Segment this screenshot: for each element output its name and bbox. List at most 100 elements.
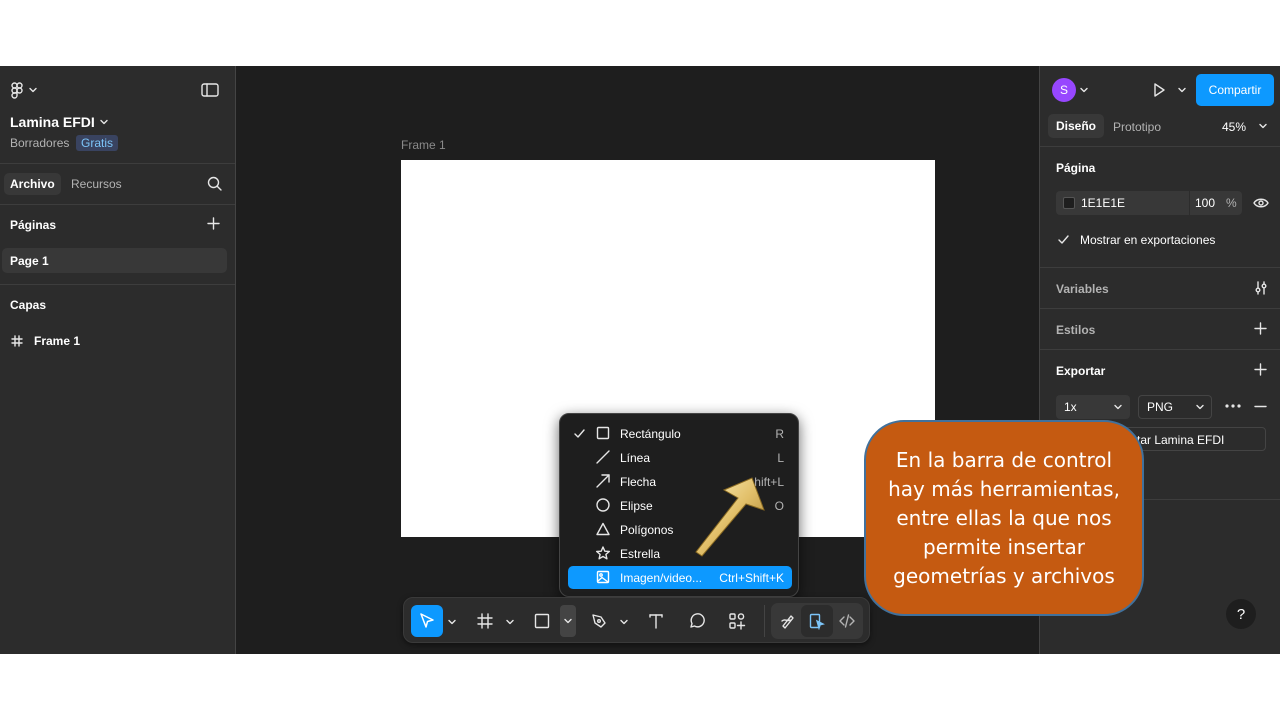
add-style-icon[interactable] xyxy=(1254,322,1267,335)
file-menu-chevron-icon[interactable] xyxy=(100,118,108,126)
page-item-selected[interactable]: Page 1 xyxy=(2,248,227,273)
page-item-label: Page 1 xyxy=(10,254,49,268)
export-format-select[interactable]: PNG xyxy=(1138,395,1212,419)
export-scale-select[interactable]: 1x xyxy=(1056,395,1130,419)
export-button-label: tar Lamina EFDI xyxy=(1137,433,1225,447)
comment-tool-button[interactable] xyxy=(681,605,713,637)
divider xyxy=(0,204,235,205)
show-in-exports-label: Mostrar en exportaciones xyxy=(1080,233,1216,247)
sidebar-toggle-icon[interactable] xyxy=(201,83,219,97)
variables-title[interactable]: Variables xyxy=(1056,282,1109,296)
variables-adjust-icon[interactable] xyxy=(1254,281,1268,295)
triangle-icon xyxy=(596,522,610,536)
chevron-down-icon xyxy=(564,618,572,624)
menu-item-shortcut: O xyxy=(774,498,784,513)
menu-item-shortcut: L xyxy=(777,450,784,465)
tab-recursos[interactable]: Recursos xyxy=(71,177,122,191)
avatar[interactable]: S xyxy=(1052,78,1076,102)
tab-design[interactable]: Diseño xyxy=(1048,114,1105,138)
search-icon[interactable] xyxy=(207,176,222,191)
present-play-icon[interactable] xyxy=(1151,82,1167,98)
shape-menu-toggle[interactable] xyxy=(560,605,576,637)
pen-tool-button[interactable] xyxy=(583,605,615,637)
divider xyxy=(1040,267,1280,268)
star-icon xyxy=(596,546,610,560)
divider xyxy=(0,284,235,285)
chevron-down-icon[interactable] xyxy=(620,618,628,626)
add-export-icon[interactable] xyxy=(1254,363,1267,376)
tab-archivo[interactable]: Archivo xyxy=(4,173,61,195)
checkmark-icon xyxy=(574,429,585,438)
resources-tool-button[interactable] xyxy=(721,605,753,637)
bottom-toolbar xyxy=(403,597,870,643)
design-mode-button[interactable] xyxy=(801,605,833,637)
chevron-down-icon xyxy=(1114,404,1122,410)
menu-item-label: Imagen/video... xyxy=(620,570,703,585)
draw-mode-button[interactable] xyxy=(772,605,804,637)
text-tool-button[interactable] xyxy=(640,605,672,637)
divider xyxy=(1189,191,1190,215)
menu-item-label: Estrella xyxy=(620,546,661,561)
toolbar-divider xyxy=(764,605,765,637)
draw-pencil-icon xyxy=(781,615,794,629)
tab-prototype[interactable]: Prototipo xyxy=(1113,120,1161,134)
opacity-value[interactable]: 100 xyxy=(1195,196,1215,210)
chevron-down-icon xyxy=(1196,404,1204,410)
layer-item-frame[interactable]: Frame 1 xyxy=(34,334,80,348)
frame-label[interactable]: Frame 1 xyxy=(401,138,446,152)
chevron-down-icon[interactable] xyxy=(1080,86,1088,94)
figma-logo-icon[interactable] xyxy=(10,82,26,100)
shape-tool-button[interactable] xyxy=(526,605,558,637)
chevron-down-icon[interactable] xyxy=(1178,86,1186,94)
plan-badge: Gratis xyxy=(76,135,119,151)
color-hex-value[interactable]: 1E1E1E xyxy=(1081,196,1125,210)
menu-item-image-video[interactable]: Imagen/video... Ctrl+Shift+K xyxy=(568,566,792,589)
export-format-value: PNG xyxy=(1147,400,1174,414)
page-section-title: Página xyxy=(1056,161,1096,175)
export-title: Exportar xyxy=(1056,364,1106,378)
frame-tool-button[interactable] xyxy=(469,605,501,637)
file-name[interactable]: Lamina EFDI xyxy=(10,114,95,130)
percent-sign: % xyxy=(1226,196,1237,210)
help-button[interactable]: ? xyxy=(1226,599,1256,629)
share-button[interactable]: Compartir xyxy=(1196,74,1274,106)
golden-pointer-arrow-icon xyxy=(695,477,765,557)
divider xyxy=(1040,349,1280,350)
styles-title[interactable]: Estilos xyxy=(1056,323,1095,337)
arrow-icon xyxy=(596,474,610,488)
menu-item-shortcut: Ctrl+Shift+K xyxy=(719,570,784,585)
divider xyxy=(0,163,235,164)
zoom-level[interactable]: 45% xyxy=(1222,120,1246,134)
dev-mode-button[interactable] xyxy=(831,605,863,637)
menu-item-rectangle[interactable]: Rectángulo R xyxy=(568,422,792,445)
frame-hash-icon xyxy=(477,613,493,629)
file-location[interactable]: Borradores xyxy=(10,136,69,150)
menu-item-shortcut: R xyxy=(775,426,784,441)
add-page-icon[interactable] xyxy=(207,217,220,230)
chevron-down-icon[interactable] xyxy=(448,618,456,626)
chevron-down-icon[interactable] xyxy=(29,86,37,94)
menu-item-label: Flecha xyxy=(620,474,657,489)
pages-title: Páginas xyxy=(10,218,57,232)
chevron-down-icon[interactable] xyxy=(1259,122,1267,130)
divider xyxy=(1040,146,1280,147)
tutorial-callout: En la barra de control hay más herramien… xyxy=(864,420,1144,616)
cursor-icon xyxy=(420,613,434,628)
image-icon xyxy=(596,570,610,584)
checkbox-checked-icon[interactable] xyxy=(1057,233,1070,246)
more-options-icon[interactable] xyxy=(1224,403,1242,409)
frame-hash-icon xyxy=(11,335,23,347)
components-plus-icon xyxy=(729,613,746,630)
menu-item-label: Elipse xyxy=(620,498,653,513)
eye-icon[interactable] xyxy=(1253,196,1269,210)
remove-export-icon[interactable] xyxy=(1254,400,1267,413)
divider xyxy=(1040,308,1280,309)
rectangle-icon xyxy=(534,613,550,629)
callout-text: En la barra de control hay más herramien… xyxy=(888,447,1120,588)
move-tool-button[interactable] xyxy=(411,605,443,637)
chevron-down-icon[interactable] xyxy=(506,618,514,626)
color-swatch[interactable] xyxy=(1063,197,1075,209)
export-scale-value: 1x xyxy=(1064,400,1077,414)
menu-item-line[interactable]: Línea L xyxy=(568,446,792,469)
page-bg-color-field[interactable]: 1E1E1E 100 % xyxy=(1056,191,1242,215)
